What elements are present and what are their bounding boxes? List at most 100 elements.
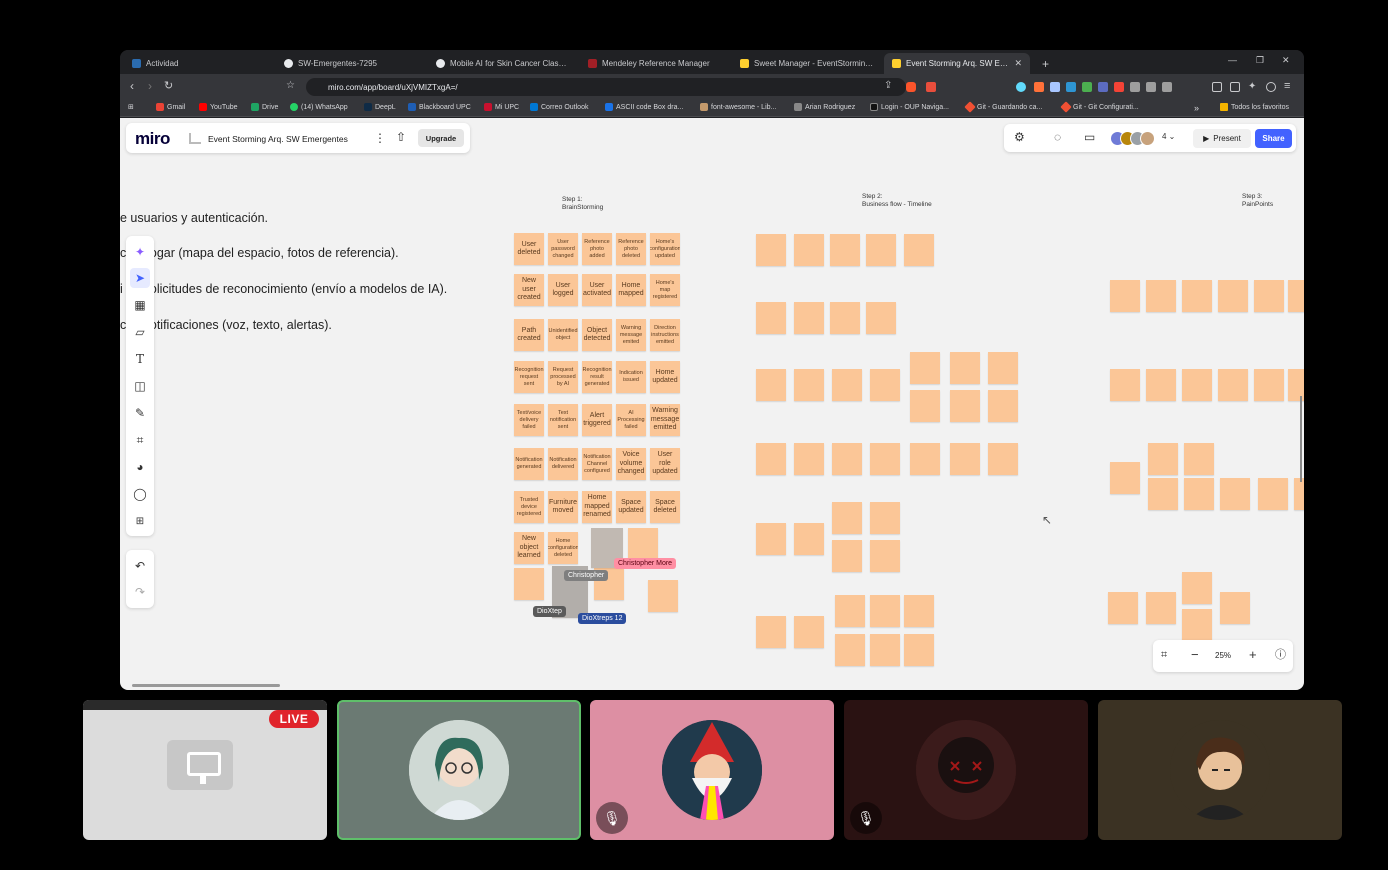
sticky-note[interactable] — [794, 302, 824, 334]
redo-icon[interactable]: ↷ — [130, 582, 150, 602]
sticky-note[interactable] — [1148, 443, 1178, 475]
sticky-note[interactable]: Reference photo added — [582, 233, 612, 265]
bookmark-icon[interactable]: ☆ — [286, 79, 295, 93]
upgrade-button[interactable]: Upgrade — [418, 129, 464, 147]
select-tool-icon[interactable]: ➤ — [130, 268, 150, 288]
sticky-note[interactable]: Home's map registered — [650, 274, 680, 306]
sticky-note[interactable]: Indication issued — [616, 361, 646, 393]
horizontal-scrollbar[interactable] — [132, 684, 280, 687]
sticky-note[interactable] — [866, 302, 896, 334]
bookmark-oup[interactable]: Login - OUP Naviga... — [870, 103, 949, 111]
sticky-note[interactable] — [1146, 592, 1176, 624]
sticky-note[interactable] — [832, 540, 862, 572]
sticky-note[interactable] — [950, 390, 980, 422]
sticky-note[interactable]: Home updated — [650, 361, 680, 393]
pen-icon[interactable]: ✎ — [130, 403, 150, 423]
sticky-note[interactable] — [1146, 280, 1176, 312]
participant-tile[interactable]: 🎙 — [844, 700, 1088, 840]
extension-icon[interactable] — [1034, 82, 1044, 92]
extension-icon[interactable] — [1098, 82, 1108, 92]
sticky-note[interactable] — [830, 234, 860, 266]
brave-rewards-icon[interactable] — [926, 82, 936, 92]
board-menu-icon[interactable]: ⋮ — [374, 131, 386, 145]
sticky-note[interactable] — [794, 616, 824, 648]
sticky-note[interactable]: Notification Channel configured — [582, 448, 612, 480]
sticky-note[interactable] — [514, 568, 544, 600]
sticky-note[interactable] — [988, 390, 1018, 422]
sticky-note[interactable] — [756, 369, 786, 401]
sticky-note[interactable]: Voice volume changed — [616, 448, 646, 480]
sticky-note[interactable]: Object detected — [582, 319, 612, 351]
sticky-note[interactable]: Request processed by AI — [548, 361, 578, 393]
collaborator-count[interactable]: 4 ⌄ — [1162, 132, 1175, 141]
sticky-note[interactable]: Direction instructions emitted — [650, 319, 680, 351]
zoom-in-icon[interactable]: + — [1249, 648, 1257, 662]
sticky-note[interactable] — [1110, 280, 1140, 312]
bookmark-ascii[interactable]: ASCII code Box dra... — [605, 103, 683, 111]
sticky-note[interactable] — [866, 234, 896, 266]
sticky-note[interactable]: Text notification sent — [548, 404, 578, 436]
sticky-note[interactable] — [794, 443, 824, 475]
tab-sweet-manager[interactable]: Sweet Manager - EventStorming - Mi... — [732, 53, 882, 74]
participant-tile[interactable] — [337, 700, 581, 840]
sticky-note[interactable] — [830, 302, 860, 334]
sticky-note[interactable] — [835, 595, 865, 627]
extension-icon[interactable] — [1066, 82, 1076, 92]
screen-share-tile[interactable]: LIVE — [83, 700, 327, 840]
sticky-note[interactable] — [1182, 280, 1212, 312]
minimize-icon[interactable]: — — [1228, 55, 1237, 65]
extensions-puzzle-icon[interactable] — [1146, 82, 1156, 92]
vpn-icon[interactable] — [1266, 82, 1276, 92]
sticky-note[interactable] — [910, 352, 940, 384]
tab-mobile-ai[interactable]: Mobile AI for Skin Cancer Classificati..… — [428, 53, 578, 74]
export-icon[interactable]: ⇧ — [396, 130, 406, 144]
sticky-note[interactable] — [794, 369, 824, 401]
sticky-note[interactable] — [1220, 592, 1250, 624]
miro-board-canvas[interactable]: e usuarios y autenticación. c el hogar (… — [120, 118, 1304, 690]
sticky-note[interactable] — [904, 595, 934, 627]
sticky-note[interactable]: Path created — [514, 319, 544, 351]
ai-sparkle-icon[interactable]: ✦ — [130, 242, 150, 262]
close-tab-icon[interactable]: ✕ — [1014, 58, 1022, 69]
shapes-icon[interactable]: ◫ — [130, 376, 150, 396]
sticky-note[interactable]: Trusted device registered — [514, 491, 544, 523]
sticky-note[interactable]: Alert triggered — [582, 404, 612, 436]
sticky-note[interactable] — [1184, 478, 1214, 510]
sticky-note[interactable] — [1110, 369, 1140, 401]
wallet-icon[interactable] — [1230, 82, 1240, 92]
extension-icon[interactable] — [1114, 82, 1124, 92]
react-devtools-icon[interactable] — [1016, 82, 1026, 92]
sticky-note[interactable] — [648, 580, 678, 612]
bookmark-git-config[interactable]: Git - Git Configurati... — [1060, 101, 1139, 113]
sticky-note[interactable]: Recognition request sent — [514, 361, 544, 393]
new-tab-button[interactable]: + — [1034, 53, 1054, 74]
sticky-note[interactable] — [1294, 478, 1304, 510]
avatar[interactable] — [1140, 131, 1155, 146]
sticky-note[interactable] — [1218, 280, 1248, 312]
sticky-note[interactable] — [794, 234, 824, 266]
bookmark-gmail[interactable]: Gmail — [156, 103, 185, 111]
miro-logo[interactable]: miro — [135, 129, 170, 149]
close-window-icon[interactable]: ✕ — [1282, 55, 1290, 66]
sticky-note[interactable] — [1108, 592, 1138, 624]
sticky-note[interactable] — [950, 443, 980, 475]
reload-icon[interactable]: ↻ — [164, 79, 173, 93]
sticky-note[interactable] — [835, 634, 865, 666]
sticky-note[interactable] — [1288, 280, 1304, 312]
sticky-note[interactable] — [1110, 462, 1140, 494]
extension-icon[interactable] — [1082, 82, 1092, 92]
bookmark-whatsapp[interactable]: (14) WhatsApp — [290, 103, 348, 111]
tab-event-storming[interactable]: Event Storming Arq. SW Emergen...✕ — [884, 53, 1030, 74]
sticky-note[interactable] — [756, 616, 786, 648]
sticky-note[interactable]: Notification delivered — [548, 448, 578, 480]
sticky-note[interactable] — [1182, 369, 1212, 401]
zoom-level[interactable]: 25% — [1215, 651, 1231, 660]
sticky-note[interactable]: Recognition result generated — [582, 361, 612, 393]
participant-tile[interactable]: 🎙 — [590, 700, 834, 840]
bookmark-outlook[interactable]: Correo Outlook — [530, 103, 588, 111]
bookmark-arian[interactable]: Arian Rodriguez — [794, 103, 855, 111]
comment-icon[interactable]: ◯ — [130, 484, 150, 504]
sticky-note[interactable] — [910, 390, 940, 422]
bookmark-drive[interactable]: Drive — [251, 103, 278, 111]
sticky-note[interactable] — [1254, 280, 1284, 312]
